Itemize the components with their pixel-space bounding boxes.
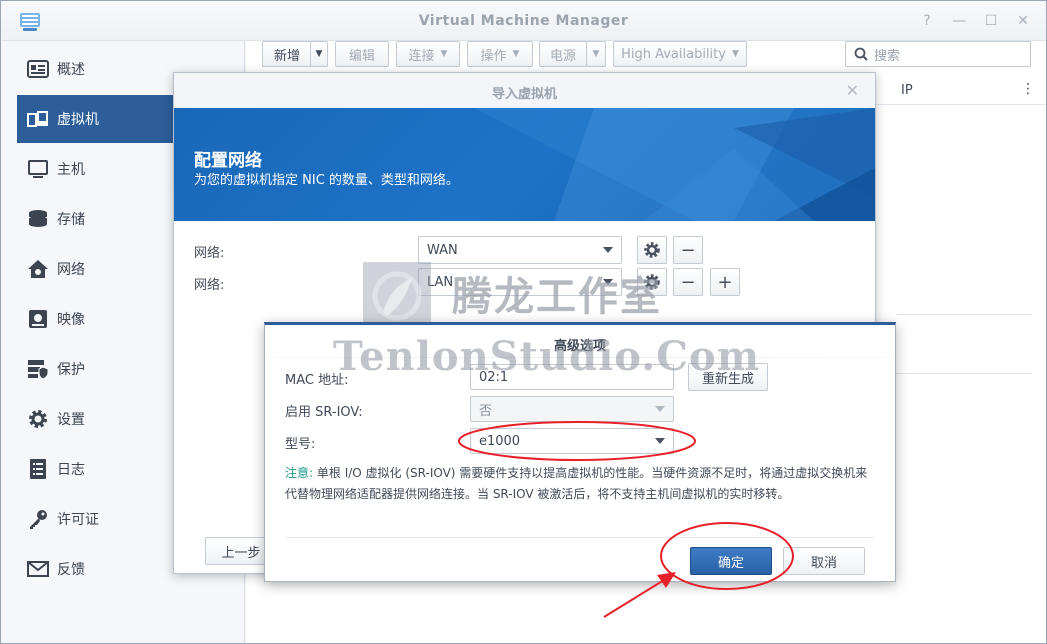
search-icon [854, 47, 868, 61]
overview-icon [27, 58, 49, 80]
sidebar-item-label: 主机 [57, 162, 85, 178]
cancel-button[interactable]: 取消 [783, 547, 865, 575]
model-label: 型号: [285, 437, 316, 452]
network-select-1[interactable]: WAN [418, 236, 622, 264]
license-icon [27, 508, 49, 530]
wizard-subtitle: 为您的虚拟机指定 NIC 的数量、类型和网络。 [194, 173, 459, 188]
chevron-down-icon [603, 247, 613, 253]
wizard-banner: 配置网络 为您的虚拟机指定 NIC 的数量、类型和网络。 [174, 108, 875, 221]
remove-network-button[interactable]: − [673, 268, 703, 296]
sidebar-item-label: 保护 [57, 362, 85, 378]
ok-button[interactable]: 确定 [690, 547, 772, 575]
divider [285, 537, 875, 538]
minus-icon: − [680, 271, 696, 293]
minus-icon: − [680, 239, 696, 261]
app-title: Virtual Machine Manager [418, 13, 629, 29]
sidebar-item-label: 日志 [57, 462, 85, 478]
power-button[interactable]: 电源 [539, 41, 587, 67]
settings-icon [27, 408, 49, 430]
new-button[interactable]: 新增 [262, 41, 312, 67]
column-options-icon[interactable]: ⋮ [1021, 81, 1035, 97]
title-bar: Virtual Machine Manager ? — ☐ ✕ [1, 1, 1046, 41]
watermark-dragon-logo [363, 262, 431, 330]
chevron-down-icon: ▼ [440, 49, 448, 59]
model-value: e1000 [479, 433, 521, 449]
network-select-value: WAN [427, 242, 458, 258]
high-availability-button[interactable]: High Availability ▼ [613, 41, 747, 67]
sidebar-item-label: 反馈 [57, 562, 85, 578]
chevron-down-icon: ▼ [731, 49, 739, 59]
watermark-text-cn: 腾龙工作室 [452, 273, 662, 320]
sriov-note: 注意: 单根 I/O 虚拟化 (SR-IOV) 需要硬件支持以提高虚拟机的性能。… [285, 463, 875, 505]
new-dropdown-button[interactable]: ▼ [310, 41, 328, 67]
connect-label: 连接 [408, 48, 435, 64]
search-placeholder: 搜索 [874, 48, 901, 64]
search-input[interactable]: 搜索 [845, 41, 1031, 67]
sidebar-item-label: 许可证 [57, 512, 99, 528]
note-text: 单根 I/O 虚拟化 (SR-IOV) 需要硬件支持以提高虚拟机的性能。当硬件资… [285, 466, 868, 501]
close-icon[interactable]: ✕ [846, 81, 859, 100]
close-icon[interactable]: ✕ [1014, 12, 1032, 30]
high-availability-label: High Availability [621, 46, 726, 62]
network-label-2: 网络: [194, 278, 225, 293]
sidebar-item-label: 映像 [57, 312, 85, 328]
chevron-down-icon [655, 438, 665, 444]
chevron-down-icon: ▼ [512, 49, 520, 59]
action-button[interactable]: 操作 ▼ [467, 41, 533, 67]
storage-icon [27, 208, 49, 230]
network-icon [27, 258, 49, 280]
power-dropdown-button[interactable]: ▼ [586, 41, 606, 67]
sidebar-item-label: 概述 [57, 62, 85, 78]
remove-network-button[interactable]: − [673, 236, 703, 264]
protection-icon [27, 358, 49, 380]
wizard-title-bar: 导入虚拟机 ✕ [174, 73, 875, 108]
wizard-title: 导入虚拟机 [491, 87, 557, 102]
wizard-heading: 配置网络 [194, 151, 262, 171]
sidebar-item-label: 存储 [57, 212, 85, 228]
sidebar-item-label: 设置 [57, 412, 85, 428]
watermark-text-en: TenlonStudio.Com [333, 333, 761, 380]
host-icon [27, 158, 49, 180]
sriov-value: 否 [479, 403, 493, 419]
connect-button[interactable]: 连接 ▼ [396, 41, 460, 67]
sriov-label: 启用 SR-IOV: [285, 405, 363, 420]
sidebar-item-label: 网络 [57, 262, 85, 278]
chevron-down-icon [655, 406, 665, 412]
sidebar-item-label: 虚拟机 [57, 112, 99, 128]
network-settings-button[interactable] [637, 236, 667, 264]
maximize-icon[interactable]: ☐ [982, 12, 1000, 30]
network-label-1: 网络: [194, 246, 225, 261]
table-row[interactable] [896, 314, 1032, 374]
sriov-select[interactable]: 否 [470, 396, 674, 422]
chevron-down-icon: ▼ [592, 49, 600, 59]
action-label: 操作 [480, 48, 507, 64]
plus-icon: + [717, 271, 733, 293]
column-header-ip[interactable]: IP [901, 83, 913, 98]
virtual-machine-icon [27, 108, 49, 130]
gear-icon [643, 241, 661, 259]
add-network-button[interactable]: + [710, 268, 740, 296]
log-icon [27, 458, 49, 480]
feedback-icon [27, 558, 49, 580]
toolbar: 新增 ▼ 编辑 连接 ▼ 操作 ▼ 电源 ▼ High Availability ▼ … [246, 41, 1046, 75]
model-select[interactable]: e1000 [470, 428, 674, 454]
edit-button[interactable]: 编辑 [335, 41, 389, 67]
note-prefix: 注意: [285, 466, 314, 480]
chevron-down-icon: ▼ [315, 49, 323, 59]
image-icon [27, 308, 49, 330]
minimize-icon[interactable]: — [950, 12, 968, 30]
help-icon[interactable]: ? [918, 12, 936, 30]
